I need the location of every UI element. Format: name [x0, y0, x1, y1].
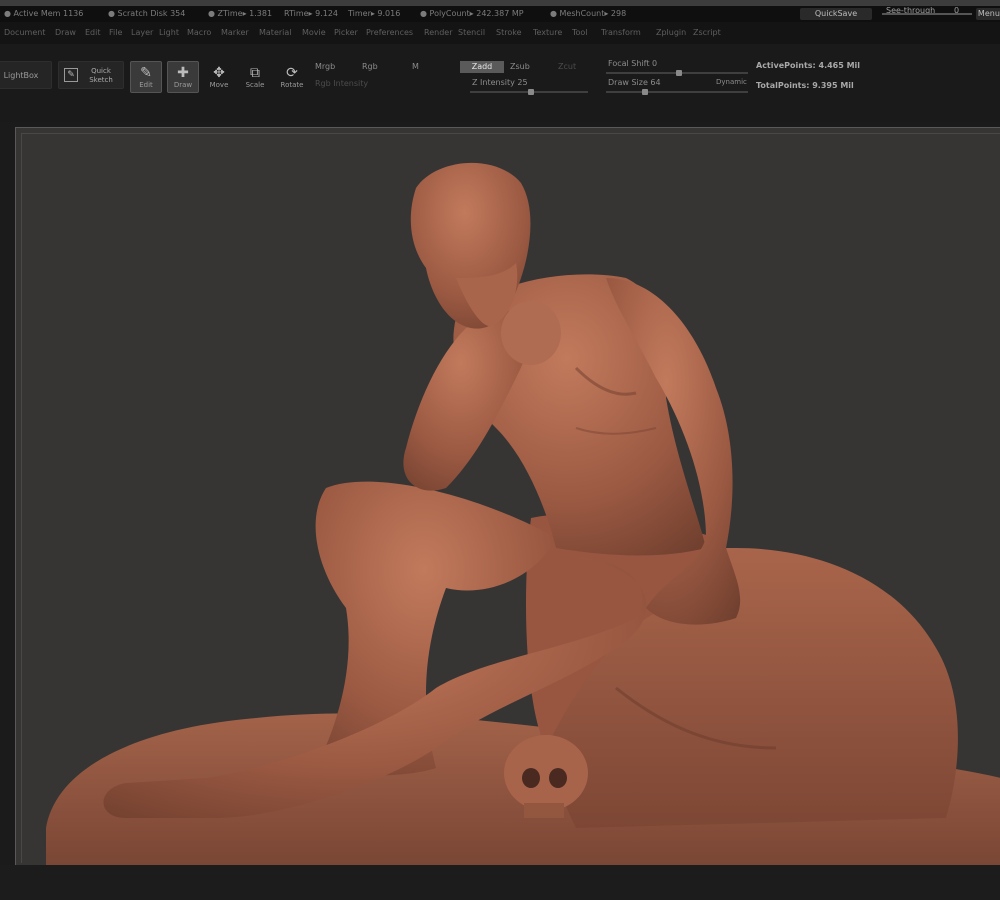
menu-stroke[interactable]: Stroke [496, 22, 522, 44]
menu-layer[interactable]: Layer [131, 22, 153, 44]
scale-label: Scale [245, 81, 265, 89]
move-label: Move [209, 81, 229, 89]
draw-button[interactable]: ✚ Draw [167, 61, 199, 93]
status-bar: ● Active Mem 1136 ● Scratch Disk 354 ● Z… [0, 6, 1000, 22]
scale-icon: ⧉ [250, 65, 260, 81]
bottom-bar [0, 865, 1000, 900]
active-points-readout: ActivePoints: 4.465 Mil [756, 61, 861, 70]
menu-render[interactable]: Render [424, 22, 452, 44]
status-scratch-disk: ● Scratch Disk 354 [108, 9, 186, 18]
menu-material[interactable]: Material [259, 22, 292, 44]
focal-shift-label: Focal Shift 0 [608, 59, 658, 68]
total-points-readout: TotalPoints: 9.395 Mil [756, 81, 854, 90]
zcut-button[interactable]: Zcut [558, 62, 576, 71]
draw-size-label: Draw Size 64 [608, 78, 661, 87]
focal-shift-slider[interactable] [606, 70, 748, 76]
quick-sketch-label: Quick Sketch [89, 67, 113, 84]
draw-label: Draw [173, 81, 193, 89]
menu-bar: Document Draw Edit File Layer Light Macr… [0, 22, 1000, 44]
menu-macro[interactable]: Macro [187, 22, 211, 44]
menu-light[interactable]: Light [159, 22, 179, 44]
menu-edit[interactable]: Edit [85, 22, 101, 44]
draw-size-slider[interactable] [606, 89, 748, 95]
edit-button[interactable]: ✎ Edit [130, 61, 162, 93]
menu-transform[interactable]: Transform [601, 22, 641, 44]
rgb-intensity-slider[interactable]: Rgb Intensity [315, 79, 368, 88]
draw-icon: ✚ [177, 65, 189, 81]
lightbox-button[interactable]: LightBox [0, 61, 52, 89]
sculpture-model[interactable] [16, 128, 1000, 865]
z-intensity-knob[interactable] [528, 89, 534, 95]
focal-shift-knob[interactable] [676, 70, 682, 76]
zsub-button[interactable]: Zsub [510, 62, 530, 71]
menu-tool[interactable]: Tool [572, 22, 588, 44]
quick-sketch-button[interactable]: ✎ Quick Sketch [58, 61, 124, 89]
menu-file[interactable]: File [109, 22, 122, 44]
menu-zscript[interactable]: Zscript [693, 22, 721, 44]
sketch-icon: ✎ [64, 68, 78, 82]
status-meshcount: ● MeshCount▸ 298 [550, 9, 627, 18]
rotate-icon: ⟳ [286, 65, 298, 81]
status-ztime: ● ZTime▸ 1.381 [208, 9, 273, 18]
rotate-button[interactable]: ⟳ Rotate [276, 61, 308, 93]
z-intensity-label: Z Intensity 25 [472, 78, 528, 87]
viewport-canvas[interactable] [15, 127, 1000, 865]
menu-draw[interactable]: Draw [55, 22, 76, 44]
edit-label: Edit [139, 81, 153, 89]
status-active-mem: ● Active Mem 1136 [4, 9, 84, 18]
move-button[interactable]: ✥ Move [204, 61, 234, 93]
dynamic-button[interactable]: Dynamic [716, 78, 747, 86]
menu-marker[interactable]: Marker [221, 22, 249, 44]
rgb-button[interactable]: Rgb [362, 62, 378, 71]
raised-hand [501, 301, 561, 365]
zadd-button[interactable]: Zadd [460, 61, 504, 73]
menu-preferences[interactable]: Preferences [366, 22, 413, 44]
status-timer: Timer▸ 9.016 [348, 9, 401, 18]
rotate-label: Rotate [280, 81, 304, 89]
seethrough-slider[interactable] [882, 13, 972, 15]
quicksave-button[interactable]: QuickSave [800, 8, 872, 20]
menu-document[interactable]: Document [4, 22, 45, 44]
menus-button[interactable]: Menus [976, 8, 1000, 20]
status-polycount: ● PolyCount▸ 242.387 MP [420, 9, 524, 18]
menu-texture[interactable]: Texture [533, 22, 562, 44]
menu-movie[interactable]: Movie [302, 22, 326, 44]
edit-icon: ✎ [140, 65, 152, 81]
z-intensity-slider[interactable] [470, 89, 588, 95]
m-button[interactable]: M [412, 62, 419, 71]
draw-size-knob[interactable] [642, 89, 648, 95]
mrgb-button[interactable]: Mrgb [315, 62, 335, 71]
menu-picker[interactable]: Picker [334, 22, 358, 44]
toolbar: LightBox ✎ Quick Sketch ✎ Edit ✚ Draw ✥ … [0, 44, 1000, 122]
menu-zplugin[interactable]: Zplugin [656, 22, 686, 44]
status-rtime: RTime▸ 9.124 [284, 9, 339, 18]
move-icon: ✥ [213, 65, 225, 81]
menu-stencil[interactable]: Stencil [458, 22, 485, 44]
scale-button[interactable]: ⧉ Scale [240, 61, 270, 93]
